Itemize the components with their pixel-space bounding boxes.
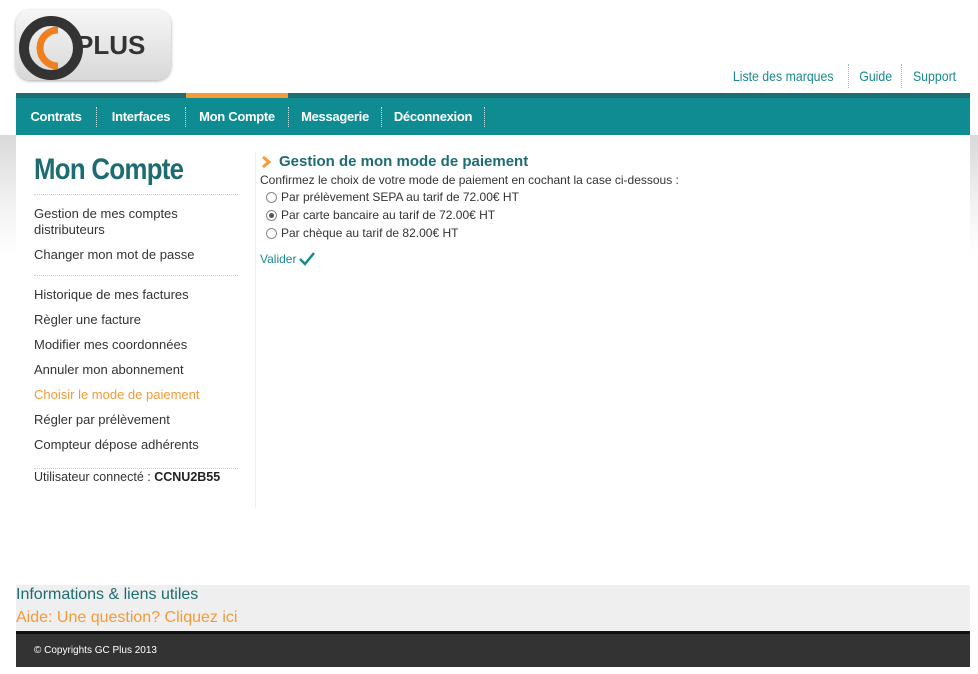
link-guide[interactable]: Guide: [853, 65, 898, 87]
logo-graphic: PLUS: [19, 16, 145, 80]
sidebar-item-pay-invoice[interactable]: Règler une facture: [34, 312, 238, 328]
option-cheque-label: Par chèque au tarif de 82.00€ HT: [281, 226, 459, 240]
sidebar-item-manage-distributor-accounts[interactable]: Gestion de mes comptes distributeurs: [34, 206, 238, 238]
sidebar-item-cancel-subscription[interactable]: Annuler mon abonnement: [34, 362, 238, 378]
footer-info-title: Informations & liens utiles: [16, 586, 199, 603]
nav-separator: [484, 107, 486, 127]
sidebar-title: Mon Compte: [34, 153, 184, 186]
nav-item-messagerie[interactable]: Messagerie: [289, 98, 381, 135]
account-sidebar: Mon Compte Gestion de mes comptes distri…: [34, 150, 238, 484]
logo-text-plus: PLUS: [76, 30, 145, 60]
sidebar-divider: [34, 468, 238, 469]
nav-item-interfaces[interactable]: Interfaces: [97, 98, 185, 135]
section-title-text: Gestion de mon mode de paiement: [279, 153, 529, 170]
nav-item-mon-compte[interactable]: Mon Compte: [186, 93, 288, 135]
link-support[interactable]: Support: [907, 65, 962, 87]
sidebar-item-direct-debit[interactable]: Régler par prélèvement: [34, 412, 238, 428]
nav-item-contrats[interactable]: Contrats: [16, 98, 96, 135]
connected-user: Utilisateur connecté : CCNU2B55: [34, 470, 238, 484]
sidebar-divider: [34, 194, 238, 195]
sidebar-item-edit-contact-details[interactable]: Modifier mes coordonnées: [34, 337, 238, 353]
option-sepa[interactable]: Par prélèvement SEPA au tarif de 72.00€ …: [260, 188, 960, 206]
option-card-label: Par carte bancaire au tarif de 72.00€ HT: [281, 208, 496, 222]
main-nav: Contrats Interfaces Mon Compte Messageri…: [16, 93, 970, 135]
top-link-separator: [847, 64, 850, 88]
option-card[interactable]: Par carte bancaire au tarif de 72.00€ HT: [260, 206, 960, 224]
sidebar-item-member-upload-counter[interactable]: Compteur dépose adhérents: [34, 437, 238, 453]
nav-item-deconnexion[interactable]: Déconnexion: [382, 98, 484, 135]
option-cheque[interactable]: Par chèque au tarif de 82.00€ HT: [260, 224, 960, 242]
sidebar-item-invoice-history[interactable]: Historique de mes factures: [34, 287, 238, 303]
sidebar-divider: [34, 275, 238, 276]
help-link[interactable]: Aide: Une question? Cliquez ici: [16, 609, 237, 627]
payment-method-section: Gestion de mon mode de paiement Confirme…: [260, 153, 960, 266]
section-title: Gestion de mon mode de paiement: [260, 153, 960, 171]
footer-copyright-bar: © Copyrights GC Plus 2013: [16, 631, 970, 667]
payment-instruction: Confirmez le choix de votre mode de paie…: [260, 173, 679, 187]
radio-card[interactable]: [266, 209, 277, 221]
validate-label: Valider: [260, 252, 297, 266]
top-link-separator: [900, 64, 903, 88]
option-sepa-label: Par prélèvement SEPA au tarif de 72.00€ …: [281, 190, 519, 204]
connected-user-label: Utilisateur connecté :: [34, 470, 151, 484]
sidebar-item-choose-payment-method[interactable]: Choisir le mode de paiement: [34, 387, 238, 403]
gc-plus-logo[interactable]: PLUS: [16, 10, 171, 80]
top-links: Liste des marques Guide Support: [719, 64, 966, 88]
radio-sepa[interactable]: [266, 191, 277, 203]
link-brand-list[interactable]: Liste des marques: [727, 65, 840, 87]
copyright-text: © Copyrights GC Plus 2013: [34, 645, 157, 656]
connected-user-id: CCNU2B55: [154, 470, 221, 484]
sidebar-item-change-password[interactable]: Changer mon mot de passe: [34, 247, 238, 263]
radio-cheque[interactable]: [266, 227, 277, 239]
footer-info: Informations & liens utiles Aide: Une qu…: [16, 585, 970, 631]
sidebar-vertical-divider: [255, 152, 256, 508]
chevron-right-icon: [262, 155, 272, 169]
checkmark-icon: [299, 252, 316, 266]
validate-button[interactable]: Valider: [260, 252, 960, 266]
